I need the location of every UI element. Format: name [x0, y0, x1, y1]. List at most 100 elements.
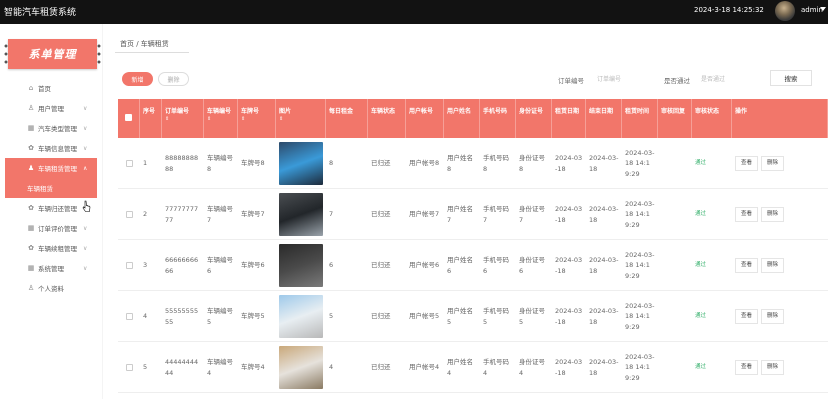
- table-cell-account: 用户帐号8: [409, 159, 440, 168]
- column-header[interactable]: 车牌号 ⇕: [238, 99, 276, 138]
- sidebar-item[interactable]: ♙ 用户管理 ∨: [0, 98, 102, 118]
- chevron-down-icon[interactable]: [820, 7, 826, 11]
- table-cell-idcard: 身份证号8: [519, 154, 545, 173]
- column-header[interactable]: 审核回复: [658, 99, 692, 138]
- sidebar-item-label: 首页: [38, 85, 51, 93]
- table-cell-index: 4: [143, 312, 148, 321]
- row-delete-button[interactable]: 删除: [761, 156, 785, 171]
- sidebar-subitem-car-rental[interactable]: 车辆租赁: [5, 178, 97, 198]
- breadcrumb: 首页 / 车辆租赁: [120, 40, 169, 48]
- column-header[interactable]: 车辆编号 ⇕: [204, 99, 238, 138]
- table-cell-order: 6666666666: [165, 256, 199, 275]
- table-cell-status: 已归还: [371, 363, 391, 372]
- approved-select[interactable]: 是否通过: [701, 71, 761, 85]
- table-cell-name: 用户姓名8: [447, 154, 473, 173]
- sidebar-item-label: 车辆归还管理: [38, 205, 77, 213]
- row-checkbox[interactable]: [118, 342, 140, 393]
- table-cell-name: 用户姓名7: [447, 205, 473, 224]
- sort-icon[interactable]: ⇕: [279, 116, 322, 124]
- delete-button[interactable]: 删除: [158, 72, 189, 86]
- column-header[interactable]: 订单编号 ⇕: [162, 99, 204, 138]
- table-cell-phone: 手机号码4: [483, 358, 509, 377]
- sort-icon[interactable]: ⇕: [241, 116, 272, 124]
- sidebar-item[interactable]: ✿ 车辆信息管理 ∨: [0, 138, 102, 158]
- avatar[interactable]: [775, 1, 795, 21]
- sidebar-item[interactable]: ♟ 车辆租赁管理 ∧: [5, 158, 97, 178]
- column-header[interactable]: 每日租金: [326, 99, 368, 138]
- sidebar-item[interactable]: ▦ 系统管理 ∨: [0, 258, 102, 278]
- table-cell-plate: 车牌号8: [241, 159, 265, 168]
- view-button[interactable]: 查看: [735, 207, 759, 222]
- table-cell-end: 2024-03-18: [589, 154, 619, 173]
- row-checkbox[interactable]: [118, 138, 140, 189]
- chevron-down-icon: ∨: [83, 124, 88, 132]
- grid-icon: ▦: [27, 124, 35, 132]
- view-button[interactable]: 查看: [735, 156, 759, 171]
- table-cell-time: 2024-03-18 14:19:29: [625, 199, 655, 229]
- sidebar-item[interactable]: ▦ 订单评价管理 ∨: [0, 218, 102, 238]
- column-header[interactable]: 用户帐号: [406, 99, 444, 138]
- sidebar-item[interactable]: ♙ 个人资料: [0, 278, 102, 298]
- row-delete-button[interactable]: 删除: [761, 309, 785, 324]
- search-button[interactable]: 搜索: [770, 70, 812, 86]
- add-button[interactable]: 新增: [122, 72, 153, 86]
- table-cell-order: 5555555555: [165, 307, 199, 326]
- order-number-input[interactable]: 订单编号: [597, 71, 667, 85]
- row-checkbox[interactable]: [118, 291, 140, 342]
- sidebar-item-label: 个人资料: [38, 285, 64, 293]
- table-cell-phone: 手机号码6: [483, 256, 509, 275]
- row-actions: 查看 删除: [732, 291, 828, 342]
- sidebar-item-label: 车辆续租管理: [38, 245, 77, 253]
- column-header[interactable]: 结束日期: [586, 99, 622, 138]
- row-delete-button[interactable]: 删除: [761, 207, 785, 222]
- column-header[interactable]: 身份证号: [516, 99, 552, 138]
- view-button[interactable]: 查看: [735, 360, 759, 375]
- table-cell-index: 1: [143, 159, 148, 168]
- row-delete-button[interactable]: 删除: [761, 258, 785, 273]
- chevron-down-icon: ∨: [83, 264, 88, 272]
- table-cell-account: 用户帐号7: [409, 210, 440, 219]
- divider: [115, 52, 189, 53]
- table-row: 4 5555555555 车辆编号5 车牌号5 5 已归还 用户帐号5 用户姓名5 手机号码5 身…: [118, 291, 828, 342]
- row-checkbox[interactable]: [118, 189, 140, 240]
- column-header[interactable]: 车辆状态: [368, 99, 406, 138]
- car-thumbnail: [276, 240, 326, 291]
- home-icon: ⌂: [28, 84, 34, 92]
- table-cell-start: 2024-03-18: [555, 205, 583, 224]
- table-cell-account: 用户帐号5: [409, 312, 440, 321]
- top-bar: 智能汽车租赁系统 2024-3-18 14:25:32 admin: [0, 0, 828, 24]
- view-button[interactable]: 查看: [735, 309, 759, 324]
- table-cell-phone: 手机号码5: [483, 307, 509, 326]
- table-cell-time: 2024-03-18 14:19:29: [625, 250, 655, 280]
- view-button[interactable]: 查看: [735, 258, 759, 273]
- table-cell-idcard: 身份证号6: [519, 256, 545, 275]
- table-cell-name: 用户姓名5: [447, 307, 473, 326]
- column-header[interactable]: 租赁时间: [622, 99, 658, 138]
- sort-icon[interactable]: ⇕: [165, 116, 200, 124]
- select-all-checkbox[interactable]: [118, 99, 140, 138]
- user-icon: ♙: [27, 104, 35, 112]
- table-cell-phone: 手机号码8: [483, 154, 509, 173]
- table-cell-rent: 6: [329, 261, 334, 270]
- column-header[interactable]: 图片 ⇕: [276, 99, 326, 138]
- table-cell-order: 7777777777: [165, 205, 199, 224]
- column-header[interactable]: 租赁日期: [552, 99, 586, 138]
- column-header[interactable]: 审核状态: [692, 99, 732, 138]
- table-cell-plate: 车牌号6: [241, 261, 265, 270]
- row-checkbox[interactable]: [118, 240, 140, 291]
- column-header[interactable]: 用户姓名: [444, 99, 480, 138]
- table-cell-idcard: 身份证号4: [519, 358, 545, 377]
- table-cell-status: 已归还: [371, 210, 391, 219]
- column-header: 操作: [732, 99, 828, 138]
- table-cell-account: 用户帐号4: [409, 363, 440, 372]
- row-delete-button[interactable]: 删除: [761, 360, 785, 375]
- table-cell-order: 4444444444: [165, 358, 199, 377]
- sidebar-item[interactable]: ⌂ 首页: [0, 78, 102, 98]
- sidebar-item[interactable]: ▦ 汽车类型管理 ∨: [0, 118, 102, 138]
- sort-icon[interactable]: ⇕: [207, 116, 234, 124]
- table-cell-plate: 车牌号5: [241, 312, 265, 321]
- sidebar-item[interactable]: ✿ 车辆续租管理 ∨: [0, 238, 102, 258]
- table-cell-phone: 手机号码7: [483, 205, 509, 224]
- column-header[interactable]: 手机号码: [480, 99, 516, 138]
- table-cell-rent: 4: [329, 363, 334, 372]
